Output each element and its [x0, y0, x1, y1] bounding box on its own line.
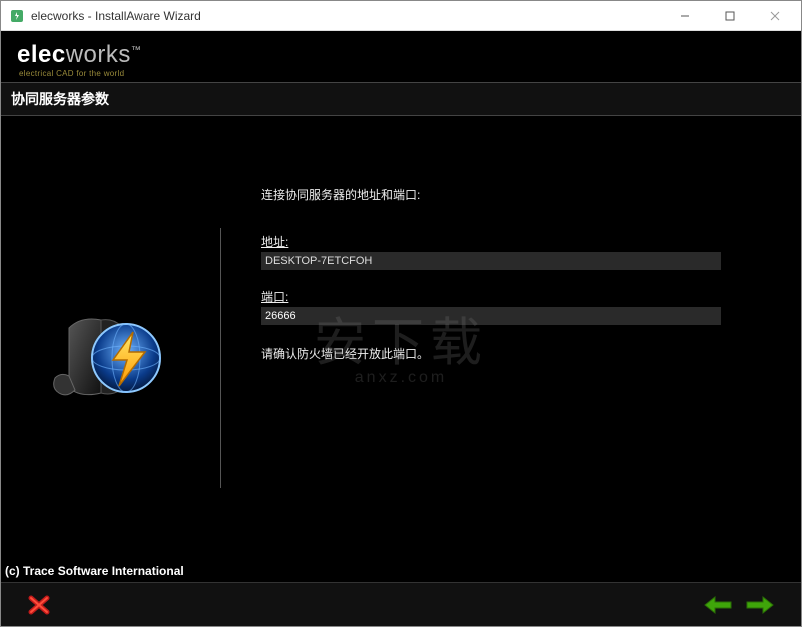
port-field: 端口: [261, 288, 781, 325]
back-button[interactable] [701, 591, 735, 619]
prompt-text: 连接协同服务器的地址和端口: [261, 186, 781, 203]
port-input[interactable] [261, 307, 721, 325]
logo-tm: ™ [131, 45, 142, 56]
left-pane [21, 228, 221, 488]
address-label: 地址: [261, 233, 781, 250]
form-pane: 连接协同服务器的地址和端口: 地址: 端口: 请确认防火墙已经开放此端口。 [261, 176, 781, 540]
minimize-button[interactable] [662, 2, 707, 30]
close-button[interactable] [752, 2, 797, 30]
firewall-note: 请确认防火墙已经开放此端口。 [261, 345, 781, 362]
server-lightning-icon [41, 298, 181, 418]
installer-body: elecworks™ electrical CAD for the world … [1, 31, 801, 626]
cancel-button[interactable] [25, 591, 53, 619]
port-label: 端口: [261, 288, 781, 305]
copyright-text: (c) Trace Software International [1, 560, 801, 582]
logo-part2: works [66, 41, 131, 68]
address-field: 地址: [261, 233, 781, 270]
footer-bar [1, 582, 801, 626]
titlebar: elecworks - InstallAware Wizard [1, 1, 801, 31]
logo-tagline: electrical CAD for the world [19, 69, 785, 78]
address-input[interactable] [261, 252, 721, 270]
window-title: elecworks - InstallAware Wizard [31, 9, 201, 23]
logo-part1: elec [17, 41, 66, 68]
brand-logo: elecworks™ electrical CAD for the world [1, 31, 801, 82]
content-area: 安下载 anxz.com [1, 116, 801, 560]
next-button[interactable] [743, 591, 777, 619]
maximize-button[interactable] [707, 2, 752, 30]
page-title: 协同服务器参数 [1, 82, 801, 116]
app-icon [9, 8, 25, 24]
